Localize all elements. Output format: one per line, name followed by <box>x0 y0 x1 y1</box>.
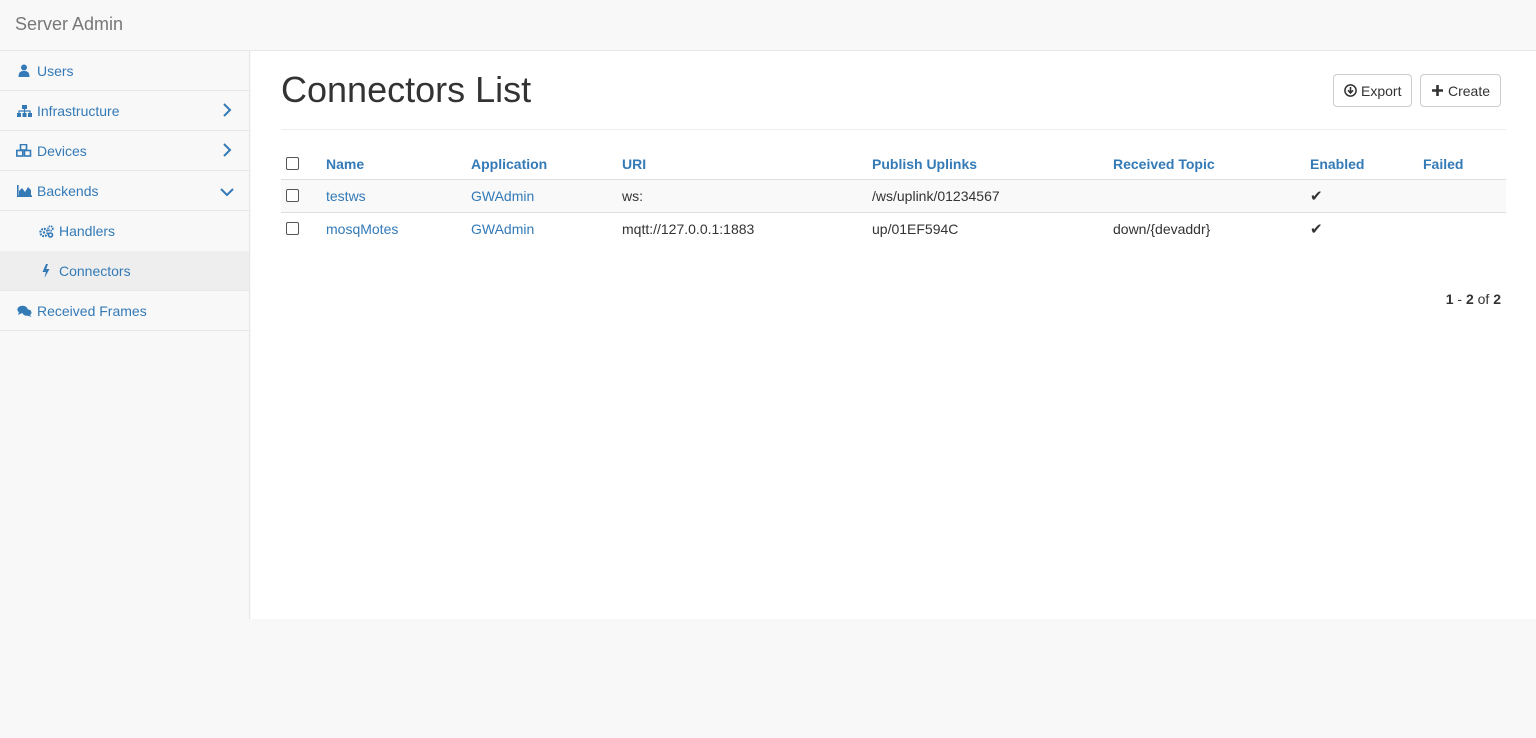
application-link[interactable]: GWAdmin <box>471 221 534 237</box>
connector-name-link[interactable]: testws <box>326 188 366 204</box>
column-header-uri[interactable]: URI <box>622 144 872 180</box>
user-icon <box>16 64 32 78</box>
sidebar-item-handlers[interactable]: Handlers <box>0 211 249 251</box>
received-topic-cell <box>1113 179 1310 213</box>
enabled-check-icon: ✔ <box>1310 220 1323 238</box>
row-select-cell <box>281 179 326 213</box>
table-header-row: Name Application URI Publish Uplinks Rec… <box>281 144 1506 180</box>
sidebar-item-label: Users <box>37 62 74 79</box>
sidebar-item-label: Connectors <box>59 262 131 279</box>
column-header-name[interactable]: Name <box>326 144 471 180</box>
enabled-check-icon: ✔ <box>1310 179 1423 213</box>
sidebar-item-label: Devices <box>37 142 87 159</box>
row-checkbox[interactable] <box>286 188 299 202</box>
sitemap-icon <box>16 104 32 118</box>
pagination-separator: - <box>1453 291 1466 307</box>
chevron-down-icon <box>220 184 234 198</box>
table-row[interactable]: mosqMotes GWAdmin mqtt://127.0.0.1:1883 … <box>281 212 1506 245</box>
chevron-right-icon <box>221 143 233 157</box>
pagination-end: 2 <box>1465 291 1474 307</box>
bolt-icon <box>38 263 54 278</box>
pagination-info: 1 - 2 of 2 <box>1446 291 1501 307</box>
title-divider <box>281 129 1506 130</box>
sidebar-item-label: Received Frames <box>37 302 147 319</box>
create-button[interactable]: Create <box>1420 74 1502 107</box>
top-navbar: Server Admin <box>0 0 1536 51</box>
publish-uplinks-cell: up/01EF594C <box>872 220 959 237</box>
column-header-enabled[interactable]: Enabled <box>1310 144 1423 180</box>
failed-cell <box>1423 179 1506 213</box>
row-checkbox[interactable] <box>286 221 299 235</box>
application-link[interactable]: GWAdmin <box>471 188 534 204</box>
failed-cell <box>1423 212 1506 245</box>
sidebar-item-backends[interactable]: Backends <box>0 171 249 211</box>
connector-name-link[interactable]: mosqMotes <box>326 221 398 237</box>
column-header-publish-uplinks[interactable]: Publish Uplinks <box>872 144 1113 180</box>
comments-icon <box>16 304 32 318</box>
export-button-label: Export <box>1361 82 1402 99</box>
select-all-checkbox[interactable] <box>286 157 299 171</box>
column-header-failed[interactable]: Failed <box>1423 144 1506 180</box>
cogs-icon <box>38 224 54 238</box>
uri-cell: ws: <box>622 179 872 213</box>
sidebar-item-connectors[interactable]: Connectors <box>0 251 249 291</box>
publish-uplinks-cell: /ws/uplink/01234567 <box>872 179 1113 213</box>
table-row[interactable]: testws GWAdmin ws: /ws/uplink/01234567 ✔ <box>281 179 1506 213</box>
download-circle-icon <box>1344 84 1357 97</box>
plus-icon <box>1431 84 1444 97</box>
chevron-right-icon <box>221 103 233 117</box>
area-chart-icon <box>16 184 32 198</box>
sidebar-item-label: Handlers <box>59 223 116 239</box>
sidebar-item-label: Backends <box>37 182 99 199</box>
sidebar-item-received-frames[interactable]: Received Frames <box>0 291 249 331</box>
connectors-table: Name Application URI Publish Uplinks Rec… <box>281 144 1506 245</box>
page-title: Connectors List <box>281 69 532 110</box>
create-button-label: Create <box>1448 82 1491 99</box>
app-brand[interactable]: Server Admin <box>15 14 123 35</box>
received-topic-cell: down/{devaddr} <box>1113 220 1211 237</box>
sidebar-item-devices[interactable]: Devices <box>0 131 249 171</box>
main-content: Connectors List Export Create Name Appli… <box>251 51 1536 619</box>
column-header-application[interactable]: Application <box>471 144 622 180</box>
export-button[interactable]: Export <box>1333 74 1413 107</box>
select-all-cell <box>281 144 326 180</box>
pagination-of: of <box>1473 291 1494 307</box>
sidebar-item-infrastructure[interactable]: Infrastructure <box>0 91 249 131</box>
row-select-cell <box>281 212 326 245</box>
column-header-received-topic[interactable]: Received Topic <box>1113 144 1310 180</box>
uri-cell: mqtt://127.0.0.1:1883 <box>622 220 755 237</box>
cubes-icon <box>16 144 32 158</box>
sidebar-item-users[interactable]: Users <box>0 51 249 91</box>
pagination-total: 2 <box>1493 291 1501 307</box>
sidebar: Users Infrastructure Devices Backends Ha… <box>0 51 250 619</box>
sidebar-item-label: Infrastructure <box>37 102 120 119</box>
